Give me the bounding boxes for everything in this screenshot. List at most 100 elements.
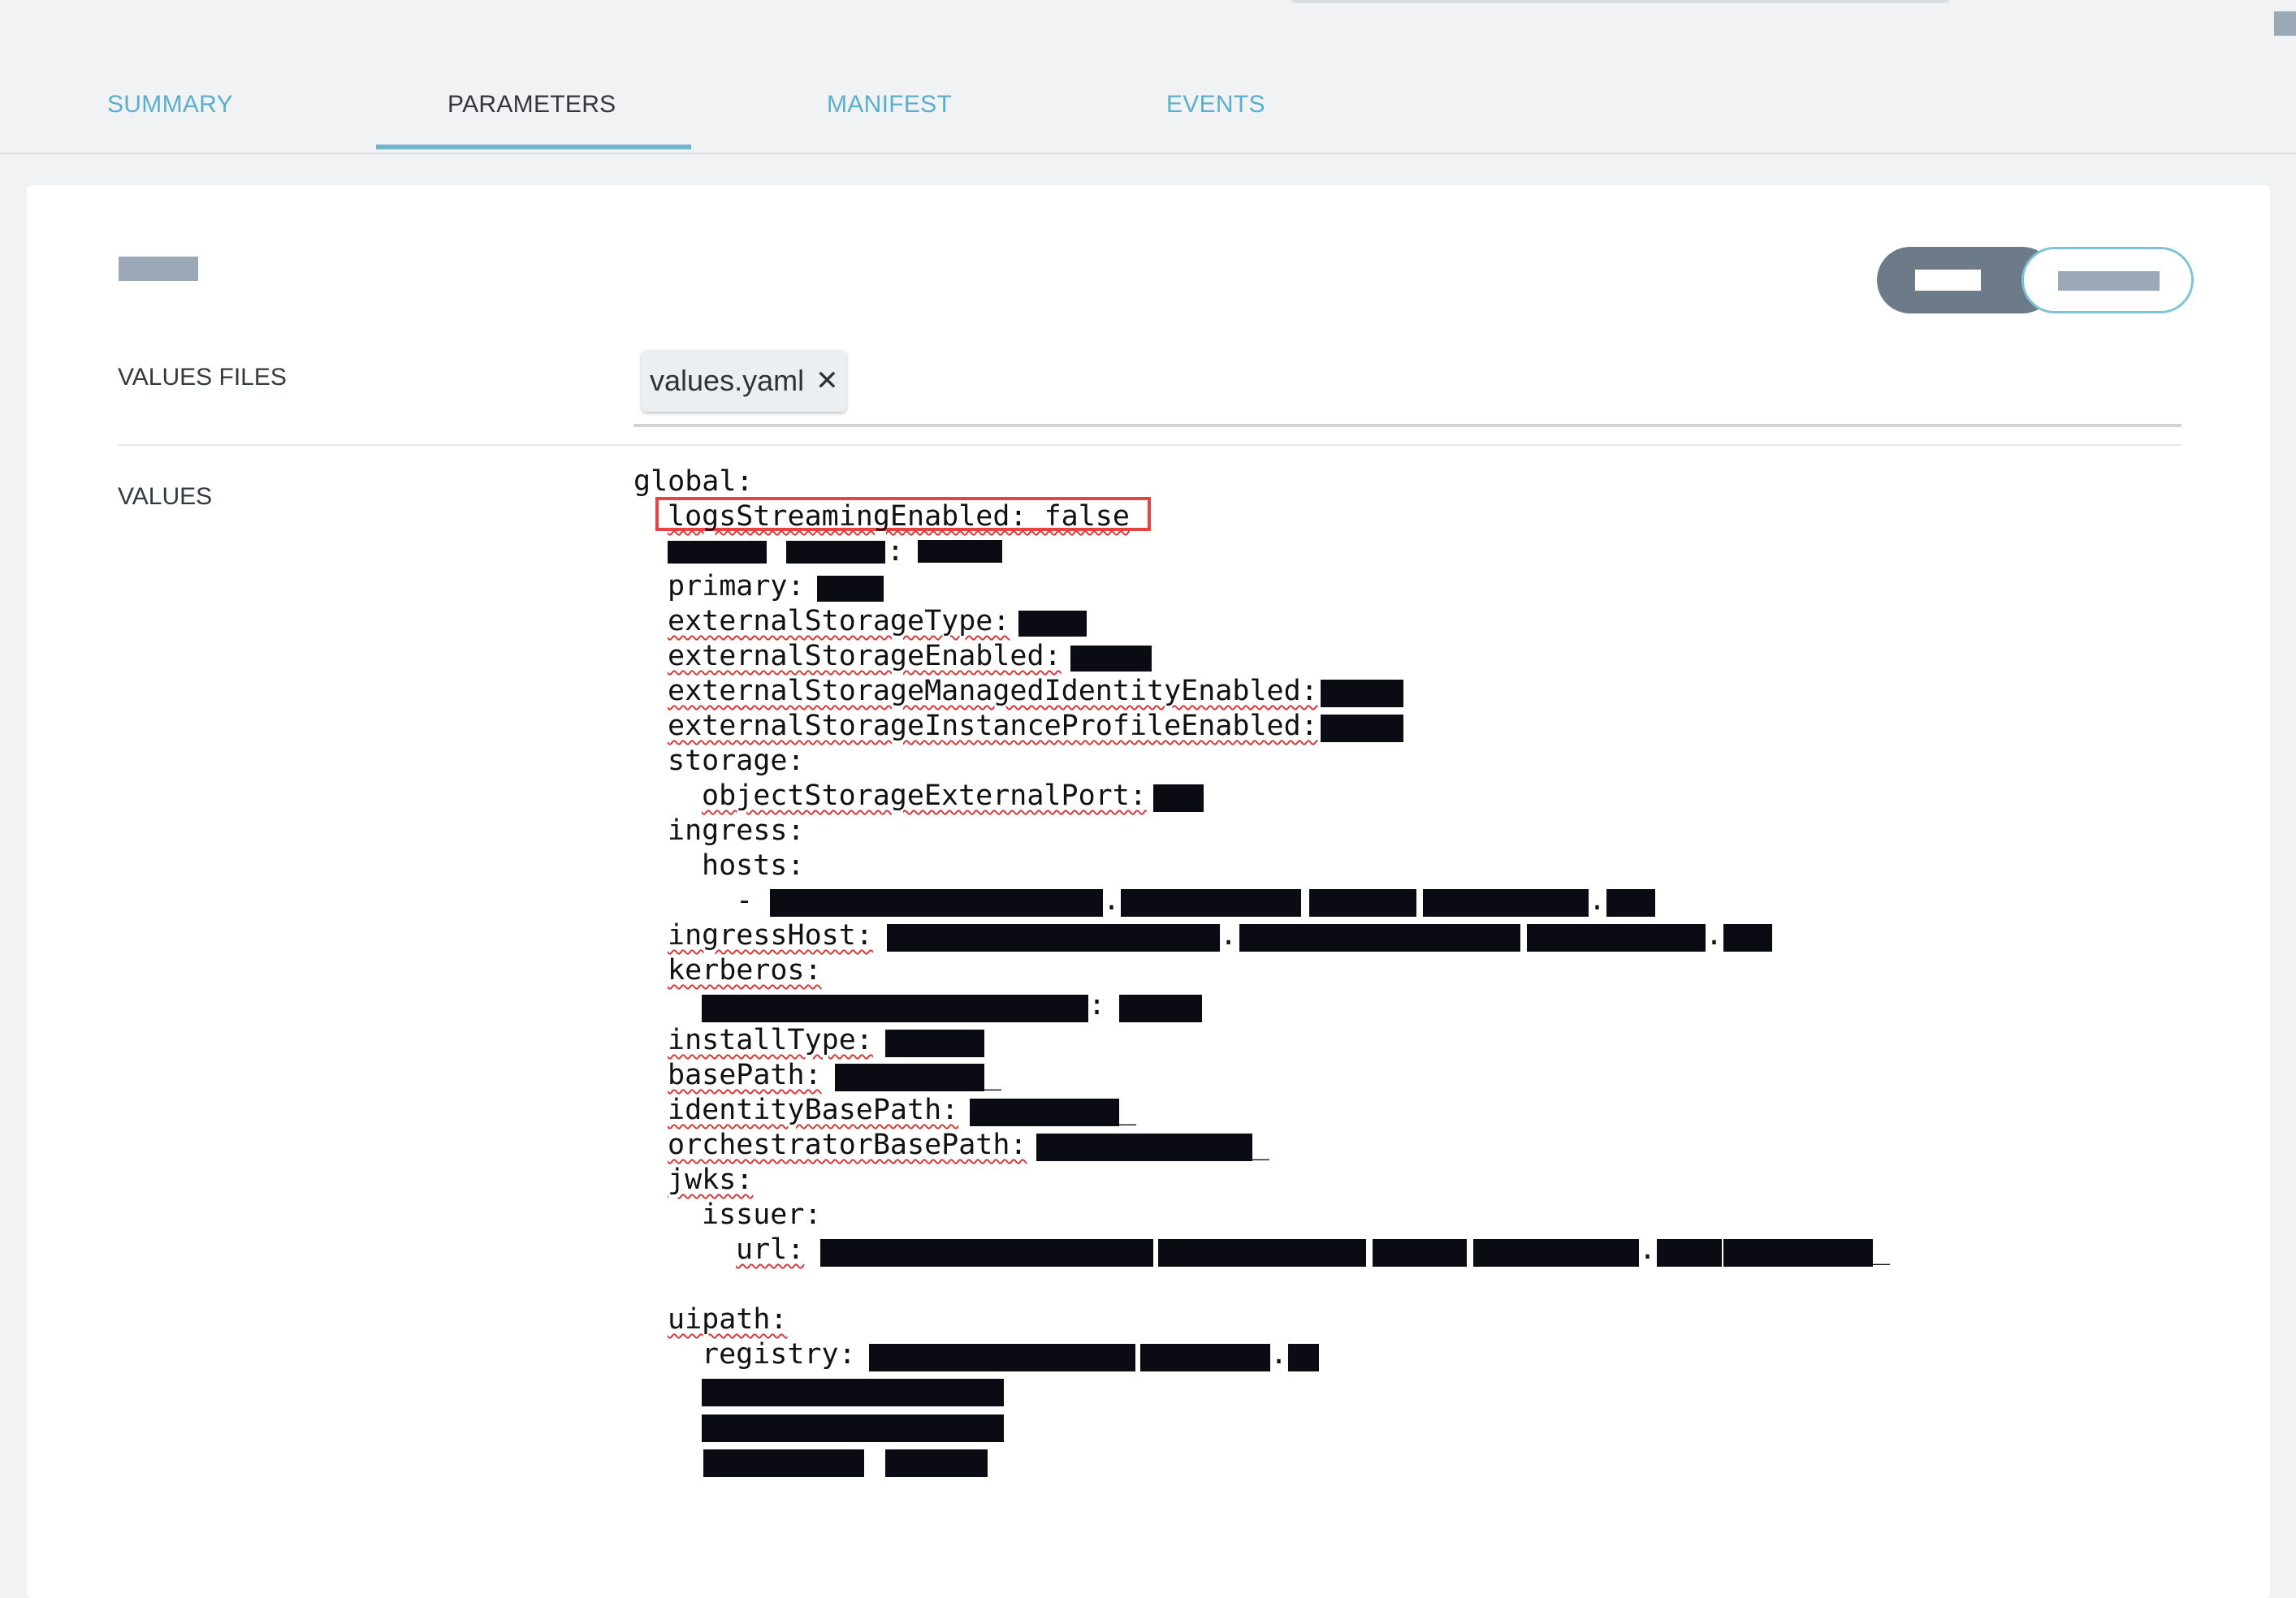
redacted-block — [1723, 1239, 1873, 1267]
yaml-line-base-path: basePath: — [668, 1058, 822, 1093]
redacted-block — [970, 1099, 1119, 1126]
yaml-line-ingress: ingress: — [668, 814, 805, 847]
yaml-line-managed-identity: externalStorageManagedIdentityEnabled: — [668, 674, 1318, 709]
redacted-block — [1121, 889, 1301, 917]
tab-summary[interactable]: SUMMARY — [107, 91, 233, 119]
yaml-key-ingress-host: ingressHost: — [668, 919, 873, 952]
redacted-button-label — [1915, 270, 1981, 291]
yaml-line-external-storage-type: externalStorageType: — [668, 604, 1010, 639]
yaml-line-url: url: — [736, 1233, 804, 1268]
redacted-block — [703, 1449, 864, 1477]
close-icon[interactable]: ✕ — [815, 367, 839, 395]
yaml-key-external-storage-type: externalStorageType: — [668, 605, 1010, 637]
redacted-card-title — [119, 257, 198, 281]
redacted-block — [702, 995, 1088, 1022]
values-files-label: VALUES FILES — [118, 364, 287, 391]
redacted-block — [885, 1449, 988, 1477]
yaml-key-url: url: — [736, 1233, 805, 1266]
yaml-line-jwks: jwks: — [668, 1163, 753, 1198]
redacted-block — [887, 924, 1220, 952]
redacted-block — [1657, 1239, 1722, 1267]
yaml-line-storage: storage: — [668, 745, 805, 777]
yaml-line-primary: primary: — [668, 570, 805, 602]
redacted-block — [885, 1030, 984, 1057]
yaml-key-instance-profile: externalStorageInstanceProfileEnabled: — [668, 710, 1318, 742]
tab-manifest[interactable]: MANIFEST — [827, 91, 952, 119]
tab-bar: SUMMARY PARAMETERS MANIFEST EVENTS — [0, 0, 2296, 154]
yaml-key-object-storage-port: objectStorageExternalPort: — [702, 780, 1147, 812]
yaml-list-dash: - — [736, 884, 754, 917]
values-yaml-editor[interactable]: global: logsStreamingEnabled: false : pr… — [633, 463, 2185, 1486]
yaml-line-kerberos: kerberos: — [668, 953, 822, 988]
redacted-block — [1606, 889, 1655, 917]
yaml-line-registry: registry: — [702, 1338, 856, 1371]
tab-parameters[interactable]: PARAMETERS — [448, 91, 616, 119]
yaml-line-external-storage-enabled: externalStorageEnabled: — [668, 639, 1062, 674]
yaml-dot: . — [1220, 919, 1238, 952]
row-divider — [118, 444, 2181, 446]
yaml-dot: . — [1270, 1338, 1288, 1371]
redacted-block — [1321, 680, 1403, 707]
redacted-block — [1309, 889, 1416, 917]
yaml-key-base-path: basePath: — [668, 1059, 822, 1091]
values-file-chip-label: values.yaml — [650, 364, 805, 397]
redacted-block — [1527, 924, 1706, 952]
yaml-line-logs-streaming: logsStreamingEnabled: false — [668, 499, 1130, 534]
yaml-dot: . — [1706, 919, 1723, 952]
redacted-block — [786, 541, 885, 564]
yaml-line-orchestrator-base-path: orchestratorBasePath: — [668, 1128, 1027, 1163]
yaml-line-instance-profile: externalStorageInstanceProfileEnabled: — [668, 709, 1318, 744]
yaml-key-jwks: jwks: — [668, 1164, 754, 1196]
redacted-block — [835, 1064, 984, 1091]
yaml-key-external-storage-enabled: externalStorageEnabled: — [668, 640, 1062, 672]
redacted-block — [1239, 924, 1520, 952]
yaml-colon: : — [887, 535, 905, 568]
yaml-line-issuer: issuer: — [702, 1198, 822, 1231]
yaml-line-global: global: — [633, 465, 754, 498]
redacted-block — [1723, 924, 1772, 952]
yaml-line-ingress-host: ingressHost: — [668, 918, 873, 953]
values-label: VALUES — [118, 483, 213, 510]
redacted-block — [1321, 715, 1403, 742]
yaml-colon: : — [1088, 989, 1106, 1021]
redacted-block — [1373, 1239, 1467, 1267]
redacted-block — [1288, 1344, 1319, 1371]
yaml-key-uipath: uipath: — [668, 1303, 788, 1336]
yaml-key-kerberos: kerberos: — [668, 954, 822, 987]
redacted-block — [820, 1239, 1153, 1267]
yaml-underscore: _ — [984, 1059, 1002, 1091]
redacted-block — [1473, 1239, 1639, 1267]
yaml-line-uipath: uipath: — [668, 1302, 788, 1337]
yaml-key-managed-identity: externalStorageManagedIdentityEnabled: — [668, 675, 1318, 707]
redacted-block — [1423, 889, 1589, 917]
secondary-action-button[interactable] — [2021, 247, 2194, 313]
yaml-line-object-storage-port: objectStorageExternalPort: — [702, 779, 1147, 814]
yaml-line-identity-base-path: identityBasePath: — [668, 1093, 958, 1128]
redacted-block — [1119, 995, 1202, 1022]
redacted-block — [702, 1379, 1004, 1406]
redacted-block — [1036, 1134, 1252, 1161]
redacted-block — [1018, 611, 1087, 637]
redacted-block — [770, 889, 1103, 917]
yaml-line-install-type: installType: — [668, 1023, 873, 1058]
redacted-block — [869, 1344, 1135, 1371]
active-tab-indicator — [376, 145, 691, 149]
yaml-dot: . — [1639, 1233, 1657, 1266]
tab-events[interactable]: EVENTS — [1166, 91, 1265, 119]
yaml-line-hosts: hosts: — [702, 849, 805, 882]
redacted-block — [702, 1414, 1004, 1442]
yaml-key-logs-streaming: logsStreamingEnabled: false — [668, 500, 1130, 533]
redacted-block — [1158, 1239, 1366, 1267]
redacted-block — [1140, 1344, 1270, 1371]
yaml-dot: . — [1103, 884, 1121, 917]
values-file-chip[interactable]: values.yaml ✕ — [642, 350, 846, 412]
yaml-dot: . — [1589, 884, 1606, 917]
yaml-key-install-type: installType: — [668, 1024, 873, 1056]
yaml-underscore: _ — [1873, 1233, 1891, 1266]
redacted-button-label — [2058, 271, 2160, 291]
values-files-input-underline — [633, 424, 2181, 427]
yaml-underscore: _ — [1119, 1094, 1137, 1126]
redacted-block — [1070, 646, 1152, 672]
redacted-block — [817, 576, 884, 602]
yaml-key-identity-base-path: identityBasePath: — [668, 1094, 959, 1126]
